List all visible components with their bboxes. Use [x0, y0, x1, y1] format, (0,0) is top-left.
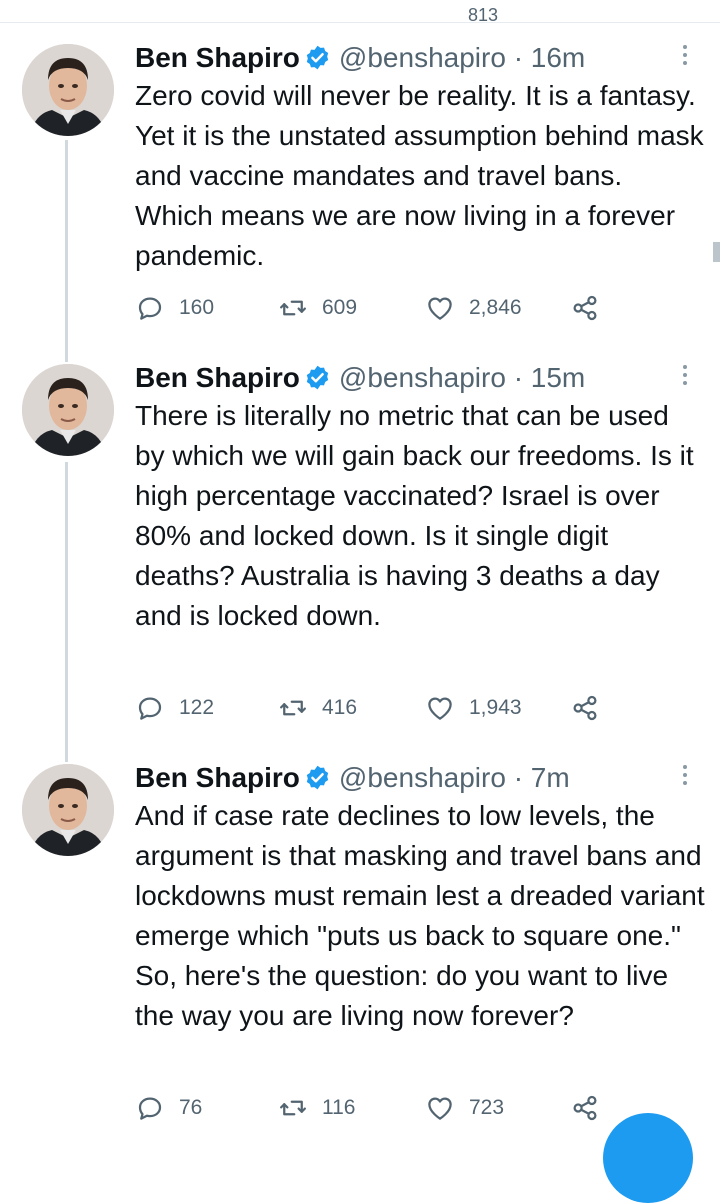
- tweet-time[interactable]: · 7m: [514, 762, 570, 793]
- like-button[interactable]: 1,943: [425, 693, 522, 723]
- reply-button[interactable]: 122: [135, 693, 214, 723]
- share-icon: [573, 695, 597, 721]
- tweet[interactable]: Ben Shapiro @benshapiro · 15m There is li…: [0, 356, 720, 736]
- share-button[interactable]: [570, 1093, 600, 1123]
- share-icon: [573, 1095, 597, 1121]
- heart-icon: [428, 297, 452, 320]
- avatar[interactable]: [22, 44, 114, 136]
- like-count: 723: [469, 1096, 505, 1119]
- author-handle[interactable]: @benshapiro: [339, 762, 506, 793]
- reply-button[interactable]: 76: [135, 1093, 202, 1123]
- verified-badge-icon: [306, 45, 329, 70]
- reply-button[interactable]: 160: [135, 293, 214, 323]
- like-count: 1,943: [469, 696, 522, 719]
- reply-count: 76: [179, 1096, 203, 1119]
- tweet-time[interactable]: · 15m: [514, 362, 586, 393]
- reply-icon: [138, 297, 162, 320]
- heart-icon: [428, 1097, 452, 1120]
- tweet-text: Zero covid will never be reality. It is …: [135, 80, 704, 271]
- previous-tweet-count: 813: [468, 5, 499, 25]
- tweet-actions: 76 116 723: [135, 1093, 615, 1123]
- reply-count: 122: [179, 696, 215, 719]
- retweet-button[interactable]: 416: [278, 693, 357, 723]
- like-button[interactable]: 2,846: [425, 293, 522, 323]
- tweet-actions: 160 609 2,846: [135, 293, 615, 323]
- tweet-header: Ben Shapiro @benshapiro · 7m: [135, 758, 570, 798]
- verified-badge-icon: [306, 765, 329, 790]
- retweet-button[interactable]: 116: [278, 1093, 355, 1123]
- author-name[interactable]: Ben Shapiro: [135, 762, 300, 793]
- retweet-button[interactable]: 609: [278, 293, 357, 323]
- author-handle[interactable]: @benshapiro: [339, 362, 506, 393]
- retweet-count: 609: [322, 296, 358, 319]
- reply-icon: [138, 697, 162, 720]
- verified-badge-icon: [306, 365, 329, 390]
- previous-tweet-strip: 813: [0, 0, 720, 25]
- like-count: 2,846: [469, 296, 522, 319]
- author-handle[interactable]: @benshapiro: [339, 42, 506, 73]
- share-button[interactable]: [570, 293, 600, 323]
- avatar[interactable]: [22, 364, 114, 456]
- tweet-text: And if case rate declines to low levels,…: [135, 800, 705, 1031]
- tweet[interactable]: Ben Shapiro @benshapiro · 7m And if case …: [0, 756, 720, 1134]
- like-button[interactable]: 723: [425, 1093, 504, 1123]
- reply-icon: [138, 1097, 162, 1120]
- tweet[interactable]: Ben Shapiro @benshapiro · 16m Zero covid …: [0, 36, 720, 336]
- more-vertical-icon[interactable]: [679, 42, 691, 68]
- retweet-icon: [280, 300, 306, 316]
- reply-count: 160: [179, 296, 215, 319]
- retweet-count: 116: [322, 1096, 356, 1119]
- retweet-icon: [280, 700, 306, 716]
- tweet-actions: 122 416 1,943: [135, 693, 615, 723]
- more-vertical-icon[interactable]: [679, 762, 691, 788]
- compose-tweet-button[interactable]: [603, 1113, 693, 1203]
- retweet-icon: [280, 1100, 306, 1116]
- heart-icon: [428, 697, 452, 720]
- tweet-text: There is literally no metric that can be…: [135, 400, 694, 631]
- author-name[interactable]: Ben Shapiro: [135, 42, 300, 73]
- tweet-header: Ben Shapiro @benshapiro · 15m: [135, 358, 585, 398]
- share-icon: [573, 295, 597, 321]
- share-button[interactable]: [570, 693, 600, 723]
- more-vertical-icon[interactable]: [679, 362, 691, 388]
- retweet-count: 416: [322, 696, 358, 719]
- avatar[interactable]: [22, 764, 114, 856]
- tweet-time[interactable]: · 16m: [514, 42, 586, 73]
- tweet-header: Ben Shapiro @benshapiro · 16m: [135, 38, 585, 78]
- author-name[interactable]: Ben Shapiro: [135, 362, 300, 393]
